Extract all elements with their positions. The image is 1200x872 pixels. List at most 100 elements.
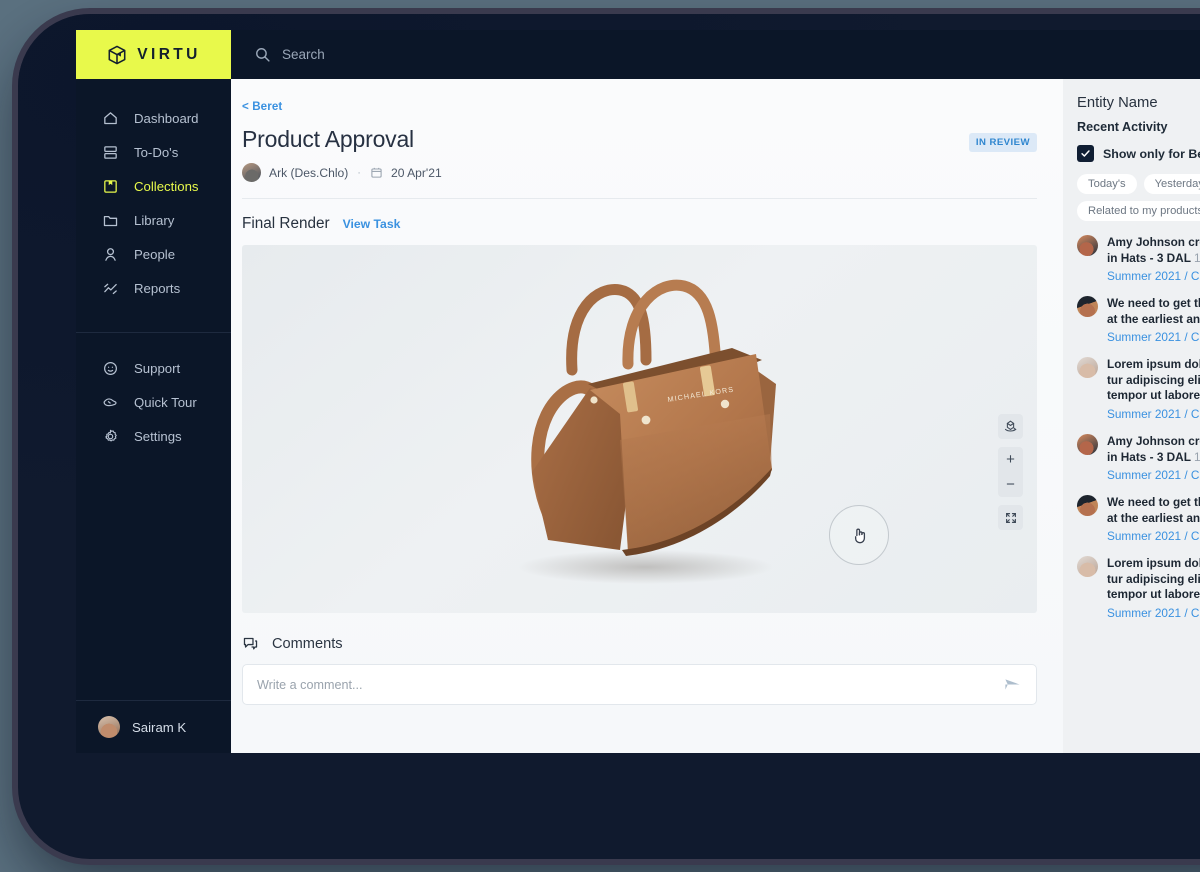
page-date: 20 Apr'21 [391, 166, 442, 180]
activity-line1: We need to get the asset 445 rea [1107, 495, 1200, 509]
sidebar-user-name: Sairam K [132, 720, 186, 735]
sidebar-item-settings[interactable]: Settings [76, 419, 231, 453]
activity-line1: Lorem ipsum dolor sit amet, cons [1107, 357, 1200, 371]
list-rows-icon [102, 144, 119, 161]
activity-link[interactable]: Summer 2021 / Cowboy [1107, 269, 1200, 283]
sidebar: Dashboard To-Do's Collections [76, 79, 231, 753]
activity-line2: tur adipiscing elit, sed do eiusmo [1107, 572, 1200, 586]
entity-name: Entity Name [1077, 95, 1200, 111]
activity-line1: Amy Johnson created an asset 3 [1107, 235, 1200, 249]
sidebar-item-people[interactable]: People [76, 237, 231, 271]
sidebar-item-label: To-Do's [134, 145, 178, 160]
chip-todays[interactable]: Today's [1077, 174, 1137, 194]
fullscreen-button[interactable] [998, 505, 1023, 530]
avatar [1077, 495, 1098, 516]
home-icon [102, 110, 119, 127]
activity-link[interactable]: Summer 2021 / Cowboy [1107, 468, 1200, 482]
expand-icon [1004, 511, 1018, 525]
chart-zigzag-icon [102, 280, 119, 297]
activity-feed: Amy Johnson created an asset 3 in Hats -… [1077, 235, 1200, 620]
breadcrumb[interactable]: < Beret [242, 100, 282, 113]
sidebar-user[interactable]: Sairam K [76, 701, 231, 753]
avatar [98, 716, 120, 738]
chip-yesterdays[interactable]: Yesterday's [1144, 174, 1200, 194]
handshake-icon [102, 394, 119, 411]
check-icon [1080, 148, 1091, 159]
activity-line2: in Hats - 3 DAL [1107, 450, 1191, 464]
app-screen: VIRTU Search [76, 30, 1200, 753]
activity-line1: Amy Johnson created an asset 3 [1107, 434, 1200, 448]
list-item[interactable]: Amy Johnson created an asset 3 in Hats -… [1077, 434, 1200, 482]
author-name: Ark (Des.Chlo) [269, 166, 348, 180]
activity-line2: in Hats - 3 DAL [1107, 251, 1191, 265]
send-icon[interactable] [1003, 675, 1022, 694]
filter-chips: Today's Yesterday's Related to my produc… [1077, 174, 1200, 221]
sidebar-item-collections[interactable]: Collections [76, 169, 231, 203]
avatar [1077, 434, 1098, 455]
activity-link[interactable]: Summer 2021 / Cowboy [1107, 529, 1200, 543]
rotate-360-button[interactable] [998, 414, 1023, 439]
avatar [1077, 357, 1098, 378]
activity-link[interactable]: Summer 2021 / Cowboy [1107, 407, 1200, 421]
section-title: Final Render [242, 215, 330, 233]
sidebar-item-todos[interactable]: To-Do's [76, 135, 231, 169]
checkbox-label: Show only for Beret [1103, 147, 1200, 161]
handbag-render: MICHAEL KORS [470, 264, 810, 594]
activity-line3: tempor ut labore et [1107, 388, 1200, 402]
page-title: Product Approval [242, 126, 414, 153]
avatar [1077, 235, 1098, 256]
page-meta: Ark (Des.Chlo) · 20 Apr'21 [242, 163, 1037, 182]
activity-link[interactable]: Summer 2021 / Cowboy [1107, 330, 1200, 344]
sidebar-item-dashboard[interactable]: Dashboard [76, 101, 231, 135]
list-item[interactable]: Lorem ipsum dolor sit amet, cons tur adi… [1077, 556, 1200, 620]
comments-header: Comments [242, 635, 1037, 652]
sidebar-divider [76, 332, 231, 333]
avatar [1077, 296, 1098, 317]
cube-icon [106, 44, 128, 66]
avatar [242, 163, 261, 182]
rotate-drag-handle[interactable] [829, 505, 889, 565]
logo-wordmark: VIRTU [137, 46, 201, 64]
list-item[interactable]: Amy Johnson created an asset 3 in Hats -… [1077, 235, 1200, 283]
chip-related-to-my-products[interactable]: Related to my products [1077, 201, 1200, 221]
search-placeholder-text: Search [282, 47, 325, 62]
sidebar-item-quick-tour[interactable]: Quick Tour [76, 385, 231, 419]
gear-icon [102, 428, 119, 445]
zoom-out-button[interactable]: − [998, 472, 1023, 497]
activity-time: 12:58 PM, Today [1194, 251, 1200, 265]
list-item[interactable]: We need to get the asset 445 rea at the … [1077, 495, 1200, 543]
sidebar-item-label: Dashboard [134, 111, 199, 126]
app-logo[interactable]: VIRTU [76, 30, 231, 79]
comment-input[interactable] [257, 678, 1003, 692]
sidebar-item-label: People [134, 247, 175, 262]
search-box[interactable]: Search [254, 46, 325, 63]
avatar [1077, 556, 1098, 577]
sidebar-item-reports[interactable]: Reports [76, 271, 231, 305]
status-badge: IN REVIEW [969, 133, 1037, 152]
calendar-icon [370, 166, 383, 179]
activity-link[interactable]: Summer 2021 / Cowboy [1107, 606, 1200, 620]
activity-line2: at the earliest and import [1107, 511, 1200, 525]
activity-line1: Lorem ipsum dolor sit amet, cons [1107, 556, 1200, 570]
sidebar-item-library[interactable]: Library [76, 203, 231, 237]
comment-composer[interactable] [242, 664, 1037, 705]
device-stage: VIRTU Search [0, 0, 1200, 872]
smiley-icon [102, 360, 119, 377]
sidebar-item-support[interactable]: Support [76, 351, 231, 385]
orbit-360-icon [1003, 419, 1018, 434]
drag-rotate-hand-icon [849, 525, 870, 546]
search-icon [254, 46, 271, 63]
show-only-for-beret-checkbox[interactable]: Show only for Beret [1077, 145, 1200, 162]
view-task-link[interactable]: View Task [343, 217, 401, 231]
zoom-in-button[interactable]: + [998, 447, 1023, 472]
list-item[interactable]: Lorem ipsum dolor sit amet, cons tur adi… [1077, 357, 1200, 421]
list-item[interactable]: We need to get the asset 445 rea at the … [1077, 296, 1200, 344]
asset-viewer[interactable]: MICHAEL KORS [242, 245, 1037, 613]
activity-line2: tur adipiscing elit, sed do eiusmo [1107, 373, 1200, 387]
sidebar-item-label: Library [134, 213, 174, 228]
activity-line3: tempor ut labore et [1107, 587, 1200, 601]
save-icon [102, 178, 119, 195]
divider [242, 198, 1037, 199]
sidebar-item-label: Quick Tour [134, 395, 197, 410]
main-content: < Beret Product Approval IN REVIEW Ark (… [231, 79, 1063, 753]
